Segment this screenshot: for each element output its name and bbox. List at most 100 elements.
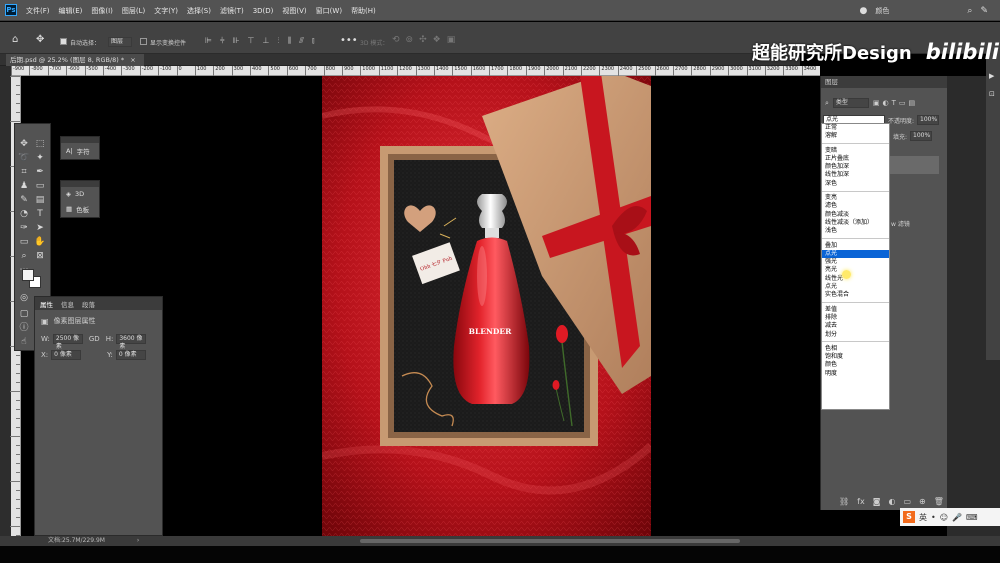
auto-select-dropdown[interactable]: 图层 (108, 37, 132, 47)
shape-tool-icon[interactable]: ▭ (18, 236, 30, 248)
blend-mode-option[interactable]: 线性加深 (822, 171, 889, 179)
marquee-tool-icon[interactable]: ⬚ (34, 138, 46, 150)
tab-info[interactable]: 信息 (61, 299, 74, 309)
menu-edit[interactable]: 编辑(E) (59, 6, 83, 16)
blend-mode-option[interactable]: 划分 (822, 331, 889, 339)
blend-mode-option[interactable]: 减去 (822, 322, 889, 330)
pen-tool-icon[interactable]: ✑ (18, 222, 30, 234)
crop-tool-icon[interactable]: ⌗ (18, 166, 30, 178)
tab-properties[interactable]: 属性 (40, 299, 53, 309)
ime-mode[interactable]: 英 (919, 512, 927, 523)
menu-file[interactable]: 文件(F) (26, 6, 50, 16)
menu-help[interactable]: 帮助(H) (351, 6, 376, 16)
fill-field[interactable]: 100% (910, 131, 933, 141)
align-middle-icon[interactable]: ⊥ (263, 36, 270, 46)
3d-panel-button[interactable]: ◈ 3D (61, 187, 99, 201)
show-transform-checkbox[interactable] (140, 38, 147, 45)
frame-tool-icon[interactable]: ⊠ (34, 250, 46, 262)
magic-wand-icon[interactable]: ✦ (34, 152, 46, 164)
slide-3d-icon[interactable]: ❖ (433, 35, 441, 45)
blend-mode-option[interactable]: 颜色减淡 (822, 211, 889, 219)
menu-image[interactable]: 图像(I) (91, 6, 113, 16)
photoshop-logo[interactable]: Ps (5, 4, 17, 16)
menu-filter[interactable]: 滤镜(T) (220, 6, 244, 16)
blend-mode-option[interactable]: 点光 (822, 249, 889, 259)
blend-mode-option[interactable]: 浅色 (822, 227, 889, 235)
orbit-3d-icon[interactable]: ⟲ (392, 35, 400, 45)
ime-emoji-icon[interactable]: ☺ (940, 513, 948, 522)
tab-paragraph[interactable]: 段落 (82, 299, 95, 309)
zoom-tool-icon[interactable]: ⌕ (18, 250, 30, 262)
blend-mode-option[interactable]: 颜色 (822, 361, 889, 369)
distribute-space-icon[interactable]: ⫾ (312, 36, 315, 46)
hand-icon[interactable]: ☝ (18, 336, 30, 348)
blend-mode-option[interactable]: 滤色 (822, 202, 889, 210)
gradient-tool-icon[interactable]: ▤ (34, 194, 46, 206)
close-tab-icon[interactable]: × (130, 56, 135, 64)
delete-layer-icon[interactable]: 🗑 (934, 497, 944, 506)
eyedropper-icon[interactable]: ✒ (34, 166, 46, 178)
workspace-icon[interactable]: ● (860, 6, 868, 16)
blend-mode-option[interactable]: 排除 (822, 314, 889, 322)
roll-3d-icon[interactable]: ⊚ (406, 35, 414, 45)
path-select-icon[interactable]: ➤ (34, 222, 46, 234)
menu-view[interactable]: 视图(V) (282, 6, 306, 16)
blend-mode-list[interactable]: 正常 溶解 变暗 正片叠底 颜色加深 线性加深 深色 变亮 滤色 颜色减淡 线性减淡（添加） 浅色 叠加… (821, 123, 890, 410)
h-scrollbar[interactable] (360, 539, 740, 543)
add-mask-icon[interactable]: ◙ (873, 497, 881, 506)
filter-icons[interactable]: ▣◐T▭▤ (873, 99, 918, 107)
menu-window[interactable]: 窗口(W) (316, 6, 342, 16)
more-options-icon[interactable]: ••• (340, 35, 358, 46)
layers-tab[interactable]: 图层 (821, 76, 947, 88)
stamp-tool-icon[interactable]: ♟ (18, 180, 30, 192)
blend-mode-option[interactable]: 变暗 (822, 147, 889, 155)
align-center-icon[interactable]: ⫩ (220, 36, 225, 46)
search-icon[interactable]: ⌕ (967, 6, 972, 16)
blend-mode-option[interactable]: 溶解 (822, 132, 889, 140)
align-right-icon[interactable]: ⊪ (233, 36, 240, 46)
align-left-icon[interactable]: ⊫ (205, 36, 212, 46)
horizontal-ruler[interactable]: -900 -800 -700 -600 -500 -400 -300 -200 -100 0 100… (11, 66, 820, 76)
ime-punct-icon[interactable]: • (931, 513, 936, 522)
y-field[interactable]: 0 像素 (115, 350, 146, 360)
dodge-tool-icon[interactable]: ◔ (18, 208, 30, 220)
auto-select-checkbox[interactable] (60, 38, 67, 45)
hand-tool-icon[interactable]: ✋ (34, 236, 46, 248)
ime-voice-icon[interactable]: 🎤 (952, 513, 962, 522)
blend-mode-option[interactable]: 色相 (822, 345, 889, 353)
home-icon[interactable]: ⌂ (12, 34, 18, 45)
scale-3d-icon[interactable]: ▣ (447, 35, 456, 45)
width-field[interactable]: 2500 像素 (52, 334, 83, 350)
blend-mode-option[interactable]: 正片叠底 (822, 155, 889, 163)
ime-logo[interactable]: S (903, 511, 915, 523)
info-icon[interactable]: ⓘ (18, 322, 30, 334)
menu-3d[interactable]: 3D(D) (253, 7, 274, 15)
distribute-v-icon[interactable]: ⫻ (299, 36, 304, 46)
brush-settings-icon[interactable]: ✎ (980, 6, 988, 16)
brush-tool-icon[interactable]: ✎ (18, 194, 30, 206)
status-arrow-icon[interactable]: › (137, 537, 139, 544)
play-icon[interactable]: ▶ (989, 72, 994, 80)
blend-mode-option[interactable]: 深色 (822, 180, 889, 188)
fx-icon[interactable]: fx (857, 497, 865, 506)
swatches-panel-button[interactable]: ▦ 色板 (61, 201, 99, 217)
link-icon[interactable]: GD (89, 335, 100, 343)
layer-row-filter[interactable]: w 滤镜 (891, 219, 910, 228)
collapse-icon[interactable]: ⊡ (989, 90, 995, 98)
blend-mode-option[interactable]: 明度 (822, 370, 889, 378)
distribute-icon[interactable]: ⫶ (277, 36, 279, 46)
blend-mode-option[interactable]: 差值 (822, 306, 889, 314)
blend-mode-option[interactable]: 实色混合 (822, 291, 889, 299)
group-icon[interactable]: ▭ (903, 497, 911, 506)
type-tool-icon[interactable]: T (34, 208, 46, 220)
x-field[interactable]: 0 像素 (51, 350, 82, 360)
opacity-field[interactable]: 100% (917, 115, 940, 125)
menu-type[interactable]: 文字(Y) (154, 6, 178, 16)
pan-3d-icon[interactable]: ✣ (419, 35, 427, 45)
eraser-tool-icon[interactable]: ▭ (34, 180, 46, 192)
screen-mode-icon[interactable]: ▢ (18, 308, 30, 320)
move-tool-icon[interactable]: ✥ (36, 34, 44, 45)
blend-mode-option[interactable]: 亮光 (822, 266, 889, 274)
link-layers-icon[interactable]: ⛓ (839, 497, 849, 506)
workspace-label[interactable]: 颜色 (875, 6, 889, 16)
